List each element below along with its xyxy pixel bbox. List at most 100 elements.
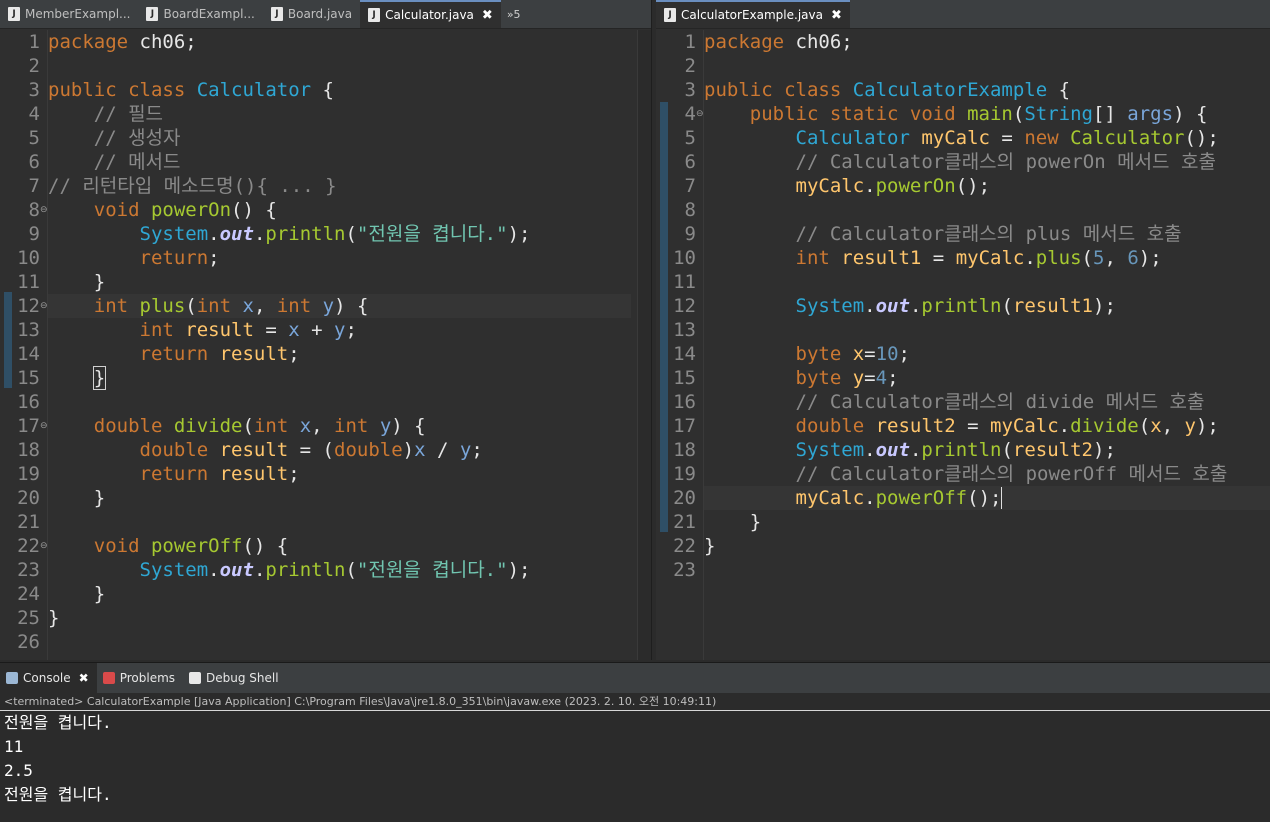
line-number: 4	[28, 103, 40, 125]
tab-overflow-button[interactable]: »5	[501, 0, 527, 28]
code-area[interactable]: package ch06; public class Calculator { …	[48, 30, 651, 660]
tab-board-example[interactable]: J BoardExampl...	[138, 0, 262, 28]
fold-toggle-icon[interactable]: ⊖	[40, 534, 48, 558]
line-number: 22	[673, 535, 696, 557]
debug-shell-icon	[189, 672, 202, 684]
code-line: double result = (double)x / y;	[48, 439, 483, 461]
tab-console[interactable]: Console ✖	[0, 663, 97, 693]
java-file-icon: J	[270, 7, 283, 21]
change-marker	[4, 292, 12, 388]
code-line: byte x=10;	[704, 343, 910, 365]
java-file-icon: J	[8, 7, 20, 21]
code-line: }	[704, 535, 716, 557]
code-line: package ch06;	[704, 31, 853, 53]
code-line: double divide(int x, int y) {	[48, 415, 426, 437]
line-number: 26	[17, 631, 40, 653]
line-number: 20	[17, 487, 40, 509]
code-line: // 리턴타입 메소드명(){ ... }	[48, 175, 337, 197]
code-line: // Calculator클래스의 powerOff 메서드 호출	[704, 463, 1228, 485]
tab-calculator-java[interactable]: J Calculator.java ✖	[360, 0, 501, 28]
code-line: void powerOn() {	[48, 199, 277, 221]
line-number: 8	[28, 199, 40, 221]
console-status: <terminated> CalculatorExample [Java App…	[0, 693, 1270, 711]
line-number: 23	[17, 559, 40, 581]
code-line: // Calculator클래스의 powerOn 메서드 호출	[704, 151, 1216, 173]
console-output-line: 11	[4, 737, 24, 756]
java-file-icon: J	[146, 7, 159, 21]
code-line-current: int plus(int x, int y) {	[48, 294, 631, 318]
code-line: // 생성자	[48, 127, 181, 149]
line-number: 18	[17, 439, 40, 461]
close-icon[interactable]: ✖	[79, 671, 89, 685]
code-editor-calculator-example[interactable]: 1 2 3 4 ⊖ 5 6 7 8 9 10 11 12 13 14 15 16 17 18 19 20 21 22 23 p…	[656, 30, 1270, 660]
fold-toggle-icon[interactable]: ⊖	[40, 294, 48, 318]
line-number: 19	[17, 463, 40, 485]
line-number: 23	[673, 559, 696, 581]
code-line: double result2 = myCalc.divide(x, y);	[704, 415, 1219, 437]
code-line: System.out.println(result2);	[704, 439, 1116, 461]
close-icon[interactable]: ✖	[482, 8, 493, 23]
fold-toggle-icon[interactable]: ⊖	[696, 102, 704, 126]
vertical-scrollbar[interactable]	[637, 30, 651, 660]
left-editor-pane: J MemberExampl... J BoardExampl... J Board.…	[0, 0, 652, 660]
tab-board-java[interactable]: J Board.java	[263, 0, 360, 28]
code-line: // 필드	[48, 103, 164, 125]
code-line: return result;	[48, 463, 300, 485]
console-output-line: 2.5	[4, 761, 33, 780]
tab-calculator-example-java[interactable]: J CalculatorExample.java ✖	[656, 0, 850, 28]
code-line: public class CalculatorExample {	[704, 79, 1071, 101]
console-panel: Console ✖ Problems Debug Shell <terminate…	[0, 662, 1270, 822]
line-number: 9	[28, 223, 40, 245]
console-output[interactable]: 전원을 켭니다. 11 2.5 전원을 켭니다.	[0, 711, 1270, 807]
close-icon[interactable]: ✖	[831, 8, 842, 23]
line-number: 3	[684, 79, 696, 101]
code-line: }	[704, 511, 762, 533]
line-number: 10	[17, 247, 40, 269]
problems-icon	[102, 672, 115, 684]
code-line: }	[48, 607, 60, 629]
line-number: 21	[17, 511, 40, 533]
code-line: package ch06;	[48, 31, 197, 53]
console-output-line: 전원을 켭니다.	[4, 713, 112, 732]
code-line: public class Calculator {	[48, 79, 334, 101]
tab-debug-shell[interactable]: Debug Shell	[183, 663, 287, 693]
code-line: // Calculator클래스의 plus 메서드 호출	[704, 223, 1182, 245]
code-line: System.out.println("전원을 켭니다.");	[48, 223, 531, 245]
java-file-icon: J	[368, 8, 381, 22]
line-number: 16	[17, 391, 40, 413]
tab-member-example[interactable]: J MemberExampl...	[0, 0, 138, 28]
code-line: return;	[48, 247, 220, 269]
line-number: 3	[28, 79, 40, 101]
code-line: System.out.println("전원을 켭니다.");	[48, 559, 531, 581]
code-line-current: myCalc.powerOff();	[704, 486, 1270, 510]
code-line: void powerOff() {	[48, 535, 289, 557]
right-tab-bar: J CalculatorExample.java ✖	[656, 0, 1270, 29]
console-icon	[6, 672, 18, 684]
code-line: Calculator myCalc = new Calculator();	[704, 127, 1219, 149]
code-line: // 메서드	[48, 151, 181, 173]
code-line: }	[92, 366, 107, 390]
line-number: 17	[17, 415, 40, 437]
line-number: 5	[28, 127, 40, 149]
code-line: int result1 = myCalc.plus(5, 6);	[704, 247, 1162, 269]
code-line: // Calculator클래스의 divide 메서드 호출	[704, 391, 1205, 413]
console-output-line: 전원을 켭니다.	[4, 785, 112, 804]
line-number: 7	[28, 175, 40, 197]
line-number: 1	[28, 31, 40, 53]
fold-toggle-icon[interactable]: ⊖	[40, 414, 48, 438]
line-number: 6	[28, 151, 40, 173]
change-marker	[660, 102, 668, 532]
code-editor-calculator[interactable]: 1 2 3 4 5 6 7 8 ⊖ 9 10 11 12 ⊖ 13 14 15 16 17 ⊖ 18 19 20 21 22 ⊖ 2…	[0, 30, 651, 660]
code-line: }	[48, 487, 106, 509]
line-number: 25	[17, 607, 40, 629]
code-area[interactable]: package ch06; public class CalculatorExa…	[704, 30, 1270, 660]
line-number: 11	[17, 271, 40, 293]
tab-problems[interactable]: Problems	[97, 663, 183, 693]
line-number: 24	[17, 583, 40, 605]
console-tab-bar: Console ✖ Problems Debug Shell	[0, 663, 1270, 693]
right-editor-pane: J CalculatorExample.java ✖ 1 2 3 4 ⊖ 5 6 7 8 9 10 11 1…	[656, 0, 1270, 660]
line-number: 2	[28, 55, 40, 77]
fold-toggle-icon[interactable]: ⊖	[40, 198, 48, 222]
code-line: myCalc.powerOn();	[704, 175, 991, 197]
code-line: System.out.println(result1);	[704, 295, 1116, 317]
